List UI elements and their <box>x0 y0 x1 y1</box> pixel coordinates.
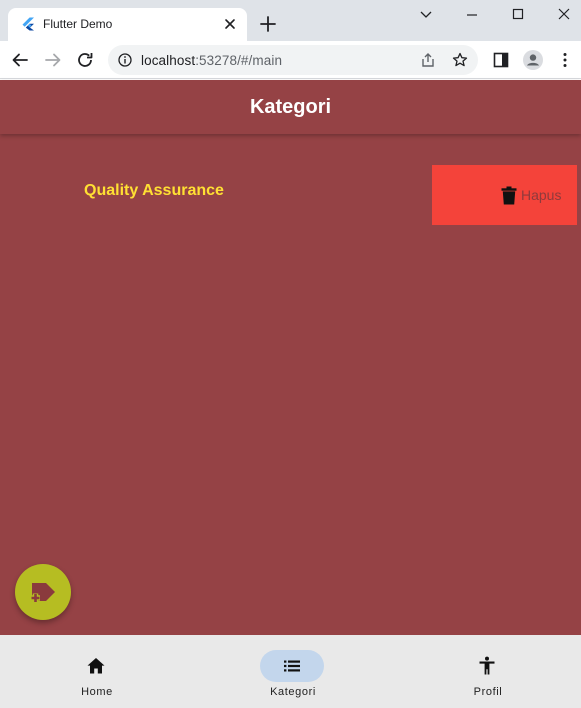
tab-search-chevron-icon[interactable] <box>415 6 437 24</box>
app-screen: Kategori Quality Assurance Hapus Home Ka… <box>0 80 581 708</box>
add-category-fab[interactable] <box>15 564 71 620</box>
reload-icon[interactable] <box>76 51 94 69</box>
browser-toolbar: localhost:53278/#/main <box>0 41 581 79</box>
dismiss-delete-background[interactable]: Hapus <box>432 165 577 225</box>
url-host: localhost <box>141 53 196 68</box>
app-bar: Kategori <box>0 80 581 134</box>
nav-indicator-active <box>260 650 324 682</box>
maximize-icon[interactable] <box>507 6 529 24</box>
delete-label: Hapus <box>521 187 562 203</box>
url-text[interactable]: localhost:53278/#/main <box>141 53 282 68</box>
new-tab-icon[interactable] <box>259 15 277 33</box>
forward-arrow-icon[interactable] <box>44 51 62 69</box>
category-name: Quality Assurance <box>84 182 224 199</box>
person-icon <box>479 656 495 675</box>
page-title: Kategori <box>249 96 332 118</box>
browser-tab-strip: Flutter Demo <box>0 0 581 41</box>
nav-label: Home <box>81 686 113 698</box>
nav-label: Profil <box>473 686 503 698</box>
nav-label: Kategori <box>270 686 316 698</box>
bottom-navigation-bar: Home Kategori Profil <box>0 635 581 708</box>
close-icon[interactable] <box>222 16 238 32</box>
category-list-item[interactable]: Quality Assurance Hapus <box>0 165 581 225</box>
star-icon[interactable] <box>452 52 468 68</box>
tab-title: Flutter Demo <box>43 17 113 31</box>
nav-item-kategori[interactable]: Kategori <box>196 635 390 708</box>
minimize-icon[interactable] <box>461 6 483 24</box>
address-bar[interactable]: localhost:53278/#/main <box>108 45 478 75</box>
browser-tab[interactable]: Flutter Demo <box>8 8 247 41</box>
nav-item-profil[interactable]: Profil <box>391 635 581 708</box>
home-icon <box>87 658 105 674</box>
url-path: :53278/#/main <box>195 53 283 68</box>
trash-icon <box>501 186 517 205</box>
add-label-icon <box>31 583 55 603</box>
more-menu-icon[interactable] <box>556 51 574 69</box>
window-close-icon[interactable] <box>553 6 575 24</box>
profile-avatar-icon[interactable] <box>523 50 543 70</box>
site-info-icon[interactable] <box>118 53 132 67</box>
list-icon <box>284 660 300 672</box>
nav-item-home[interactable]: Home <box>0 635 194 708</box>
flutter-logo-icon <box>22 17 34 31</box>
back-arrow-icon[interactable] <box>11 51 29 69</box>
side-panel-icon[interactable] <box>492 51 510 69</box>
nav-indicator <box>64 650 128 682</box>
share-icon[interactable] <box>420 52 436 68</box>
nav-indicator <box>455 650 519 682</box>
